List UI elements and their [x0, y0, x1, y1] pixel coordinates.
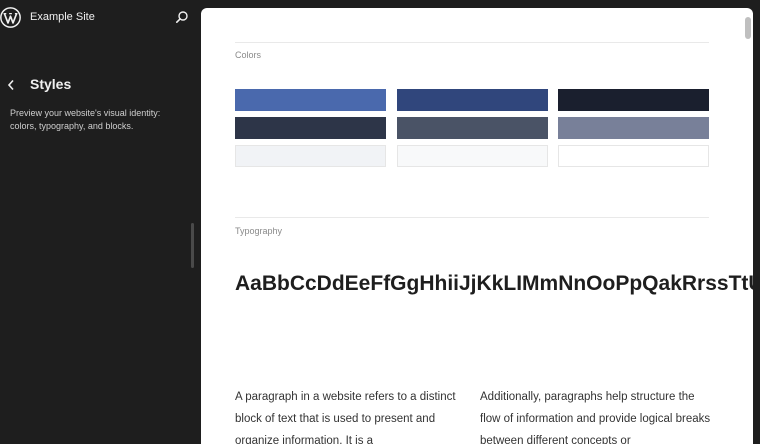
- color-swatch[interactable]: [235, 117, 386, 139]
- color-swatch[interactable]: [397, 89, 548, 111]
- paragraph-sample-right[interactable]: Additionally, paragraphs help structure …: [480, 386, 712, 444]
- search-icon[interactable]: [175, 10, 189, 24]
- wordpress-logo-icon[interactable]: [0, 7, 21, 28]
- color-swatch[interactable]: [235, 89, 386, 111]
- paragraph-sample-left[interactable]: A paragraph in a website refers to a dis…: [235, 386, 467, 444]
- colors-section-label: Colors: [235, 50, 262, 60]
- panel-title: Styles: [30, 76, 72, 92]
- divider: [235, 217, 709, 218]
- style-book-canvas: Colors Typography AaBbCcDdEeFfGgHhiiJjKk…: [201, 8, 753, 444]
- chevron-left-icon[interactable]: [6, 78, 16, 92]
- color-swatch[interactable]: [558, 145, 709, 167]
- color-swatch[interactable]: [558, 89, 709, 111]
- typography-sample[interactable]: AaBbCcDdEeFfGgHhiiJjKkLIMmNnOoPpQakRrssT…: [235, 266, 753, 301]
- color-swatch[interactable]: [235, 145, 386, 167]
- canvas-scrollbar[interactable]: [745, 17, 751, 39]
- sidebar-scrollbar[interactable]: [191, 223, 194, 268]
- divider: [235, 42, 709, 43]
- color-swatch[interactable]: [397, 145, 548, 167]
- site-name[interactable]: Example Site: [30, 11, 95, 23]
- top-bar: Example Site: [0, 0, 201, 36]
- color-swatch[interactable]: [397, 117, 548, 139]
- typography-section-label: Typography: [235, 226, 283, 236]
- color-swatch[interactable]: [558, 117, 709, 139]
- panel-description: Preview your website's visual identity: …: [10, 108, 161, 131]
